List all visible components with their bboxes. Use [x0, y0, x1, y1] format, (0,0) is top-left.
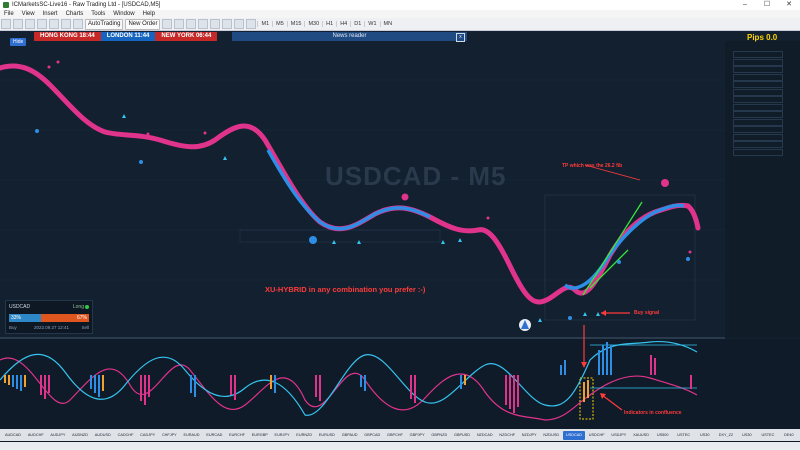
pink-dot-large — [401, 193, 409, 201]
tab-gbpnzd[interactable]: GBPNZD — [428, 431, 450, 440]
tab-audcad[interactable]: AUDCAD — [2, 431, 24, 440]
symbol-tabs: AUDCAD AUDCHF AUDJPY AUDNZD AUDUSD CADCH… — [0, 429, 800, 441]
blue-dot-large — [309, 236, 317, 244]
sell-label[interactable]: Sell — [81, 325, 89, 330]
sell-strength-bar: 67% — [41, 314, 89, 322]
tab-nzdusd[interactable]: NZDUSD — [540, 431, 562, 440]
tab-cadchf[interactable]: CADCHF — [115, 431, 137, 440]
tab-ustec-2[interactable]: USTEC — [758, 431, 778, 440]
tab-audjpy[interactable]: AUDJPY — [47, 431, 68, 440]
tab-audusd[interactable]: AUDUSD — [92, 431, 114, 440]
tab-cadjpy[interactable]: CADJPY — [137, 431, 158, 440]
tab-gbpusd[interactable]: GBPUSD — [451, 431, 473, 440]
tab-eurchf[interactable]: EURCHF — [226, 431, 248, 440]
news-reader-bar[interactable]: News reader x — [232, 32, 467, 42]
buy-label[interactable]: Buy — [9, 325, 17, 330]
tab-gbpchf[interactable]: GBPCHF — [384, 431, 406, 440]
tab-ustec[interactable]: USTEC — [674, 431, 694, 440]
session-hong-kong: HONG KONG 18:44 — [34, 32, 101, 41]
tab-usdchf[interactable]: USDCHF — [586, 431, 608, 440]
tab-nzdcad[interactable]: NZDCAD — [474, 431, 496, 440]
tab-eurgbp[interactable]: EURGBP — [249, 431, 271, 440]
tab-us30[interactable]: US30 — [695, 431, 715, 440]
tp-note: TP which was the 26.2 fib — [562, 163, 623, 169]
tab-gbpjpy[interactable]: GBPJPY — [407, 431, 428, 440]
signal-status-dot — [85, 305, 89, 309]
tab-us500[interactable]: US500 — [653, 431, 673, 440]
tab-audnzd[interactable]: AUDNZD — [69, 431, 91, 440]
signal-panel: USDCAD Long 33% 67% Buy 2022.09.27 12:41… — [5, 300, 93, 334]
news-reader-label: News reader — [332, 33, 367, 39]
session-new-york: NEW YORK 06:44 — [155, 32, 218, 41]
combination-note: XU-HYBRID in any combination you prefer … — [265, 285, 426, 294]
tab-dxy-z2[interactable]: DXY_Z2 — [716, 431, 736, 440]
confluence-note: Indicators in confluence — [624, 410, 682, 416]
tab-audchf[interactable]: AUDCHF — [25, 431, 47, 440]
tab-euraud[interactable]: EURAUD — [181, 431, 203, 440]
news-close-icon[interactable]: x — [456, 33, 465, 42]
tab-eurcad[interactable]: EURCAD — [203, 431, 225, 440]
range-box — [239, 229, 441, 243]
tab-usdcad[interactable]: USDCAD — [562, 430, 585, 440]
signal-time: 2022.09.27 12:41 — [34, 325, 70, 330]
hybrid-band-blue-2 — [563, 203, 685, 290]
info-table — [733, 51, 783, 156]
chart-watermark: USDCAD - M5 — [325, 161, 507, 191]
pink-dot-tp — [661, 179, 669, 187]
tab-eurusd[interactable]: EURUSD — [316, 431, 338, 440]
buy-strength-bar: 33% — [9, 314, 41, 322]
tab-nzdchf[interactable]: NZDCHF — [496, 431, 517, 440]
status-bar — [0, 442, 800, 450]
tab-de40[interactable]: DE40 — [779, 431, 799, 440]
tab-usdjpy[interactable]: USDJPY — [608, 431, 629, 440]
hide-button[interactable]: Hide — [10, 38, 27, 46]
price-chart-drawing — [0, 41, 800, 428]
tab-nzdjpy[interactable]: NZDJPY — [519, 431, 540, 440]
signal-direction: Long — [72, 304, 84, 310]
pips-readout: Pips 0.0 — [747, 33, 778, 42]
signal-symbol: USDCAD — [9, 304, 31, 310]
tab-eurjpy[interactable]: EURJPY — [272, 431, 293, 440]
tab-xauusd[interactable]: XAUUSD — [630, 431, 652, 440]
tab-eurnzd[interactable]: EURNZD — [293, 431, 315, 440]
session-bar: HONG KONG 18:44 LONDON 11:44 NEW YORK 06… — [34, 32, 218, 41]
tab-chfjpy[interactable]: CHFJPY — [159, 431, 180, 440]
tab-gbpcad[interactable]: GBPCAD — [361, 431, 383, 440]
tab-gbpaud[interactable]: GBPAUD — [339, 431, 361, 440]
session-london: LONDON 11:44 — [100, 32, 156, 41]
trend-line-1 — [582, 201, 643, 296]
buy-signal-note: Buy signal — [634, 310, 660, 316]
pane-separator — [0, 337, 725, 339]
tab-us30-2[interactable]: US30 — [737, 431, 757, 440]
